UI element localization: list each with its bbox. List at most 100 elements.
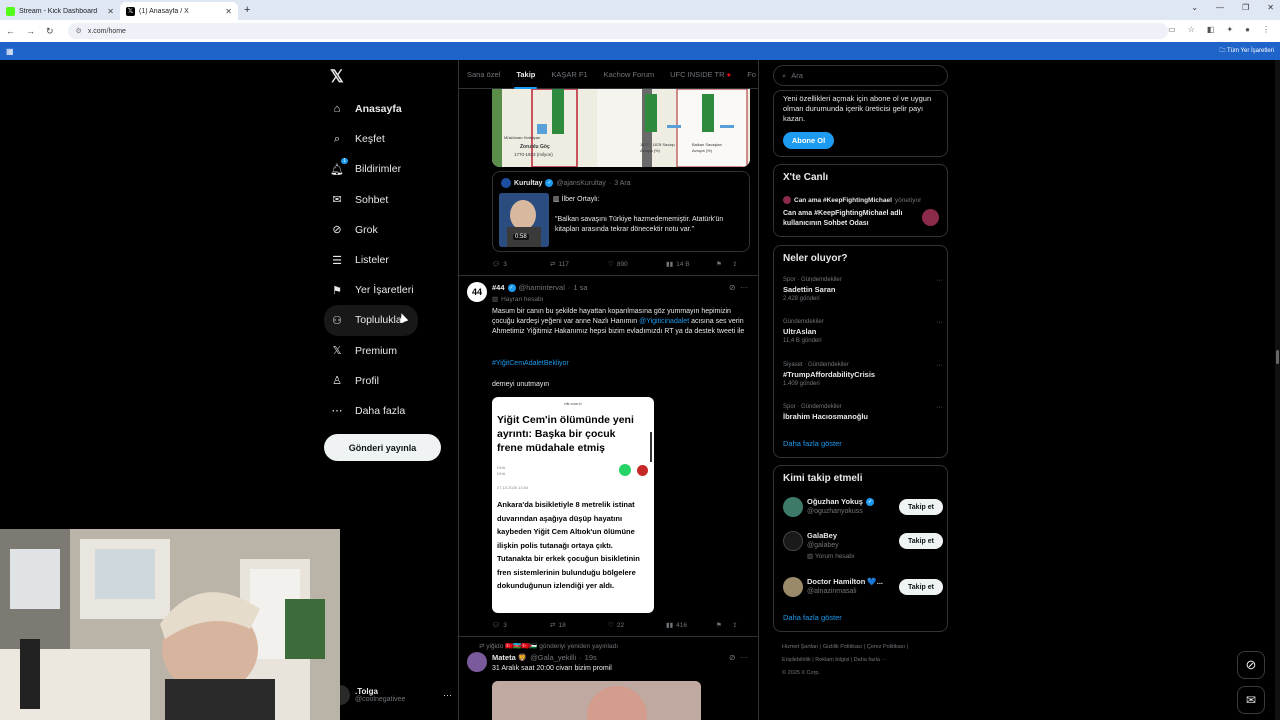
quote-video-thumbnail[interactable]: 0:58 xyxy=(499,193,549,247)
sidebar-item-lists[interactable]: ☰ Listeler xyxy=(324,245,454,275)
trend-item[interactable]: Gündemdekiler UltrAslan 11,4 B gönderi ·… xyxy=(783,319,943,344)
views-button[interactable]: ▮▮ 14 B xyxy=(666,260,716,269)
back-icon[interactable]: ← xyxy=(6,26,15,37)
apps-icon[interactable]: ▦ xyxy=(6,47,14,56)
follow-button[interactable]: Takip et xyxy=(899,533,943,549)
like-button[interactable]: ♡ 22 xyxy=(608,621,666,630)
menu-icon[interactable]: ⋮ xyxy=(1262,25,1270,34)
scrollbar-thumb[interactable] xyxy=(1276,350,1279,364)
sidebar-item-bookmarks[interactable]: ⚑ Yer İşaretleri xyxy=(324,275,454,305)
follow-suggestion[interactable]: Oğuzhan Yokuş ✓ @oguzhanyokuss Takip et xyxy=(783,497,943,527)
sidebar-item-profile[interactable]: ♙ Profil xyxy=(324,366,454,396)
x-logo-icon[interactable]: 𝕏 xyxy=(330,67,344,87)
share-icon[interactable]: ⇪ xyxy=(732,621,737,629)
show-more-link[interactable]: Daha fazla göster xyxy=(783,439,842,448)
hashtag-link[interactable]: #YiğitCemAdaletBekliyor xyxy=(492,359,750,369)
x-icon: 𝕏 xyxy=(332,345,342,358)
tab-kick-dashboard[interactable]: Stream - Kick Dashboard ✕ xyxy=(0,2,120,20)
tab-search-icon[interactable]: ⌄ xyxy=(1191,3,1198,12)
search-input[interactable]: ⌕ Ara xyxy=(773,65,948,86)
like-button[interactable]: ♡ 890 xyxy=(608,260,666,269)
account-switcher[interactable]: .Tolga @coolnegativee ··· xyxy=(330,685,452,705)
follow-button[interactable]: Takip et xyxy=(899,499,943,515)
scrollbar[interactable] xyxy=(1275,60,1280,720)
close-window-icon[interactable]: ✕ xyxy=(1267,3,1274,12)
url-field[interactable]: ⚙ x.com/home xyxy=(67,23,1168,39)
whatsapp-icon xyxy=(619,464,631,476)
subscribe-button[interactable]: Abone Ol xyxy=(783,132,834,149)
avatar[interactable]: 44 xyxy=(467,282,487,302)
more-icon[interactable]: ··· xyxy=(936,404,943,411)
sidebar-item-more[interactable]: ⋯ Daha fazla xyxy=(324,396,454,426)
grok-icon[interactable]: ⊘ xyxy=(1237,651,1265,679)
mention-link[interactable]: @Yigiticinadalet xyxy=(639,318,689,325)
quoted-post[interactable]: Kurultay ✓ @ajansKurultay · 3 Ara 0:58 ▥… xyxy=(492,171,750,252)
avatar[interactable] xyxy=(467,652,487,672)
maximize-icon[interactable]: ❐ xyxy=(1242,3,1249,12)
tab-kachow-forum[interactable]: Kachow Forum xyxy=(596,60,662,89)
more-icon[interactable]: ··· xyxy=(936,362,943,369)
sidebar-item-grok[interactable]: ⊘ Grok xyxy=(324,215,454,245)
tab-for-you[interactable]: Sana özel xyxy=(459,60,508,89)
all-bookmarks[interactable]: 🗀 Tüm Yer İşaretleri xyxy=(1219,46,1274,56)
trend-item[interactable]: Spor · Gündemdekiler Sadettin Saran 2.42… xyxy=(783,277,943,302)
verified-badge-icon: ✓ xyxy=(545,179,554,187)
mail-icon[interactable]: ✉ xyxy=(1237,686,1265,714)
post-media-news-image[interactable]: nfk.com.tr Yiğit Cem'in ölümünde yeni ay… xyxy=(492,397,654,613)
tab-more[interactable]: Fo xyxy=(739,60,758,89)
communities-icon: ⚇ xyxy=(332,314,342,327)
more-icon[interactable]: ··· xyxy=(936,319,943,326)
profile-avatar-icon[interactable]: ● xyxy=(1245,25,1250,34)
post-button[interactable]: Gönderi yayınla xyxy=(324,434,441,461)
site-info-icon[interactable]: ⚙ xyxy=(76,27,82,35)
repost-indicator: ⇄ yiğido 🇹🇷🇦🇿🇹🇷🇵🇸 gönderiyi yeniden yayı… xyxy=(479,643,619,650)
sidebar-item-chat[interactable]: ✉ Sohbet xyxy=(324,185,454,215)
tab-x-home[interactable]: 𝕏 (1) Anasayfa / X ✕ xyxy=(120,2,238,20)
extension-icon[interactable]: ✦ xyxy=(1226,25,1233,34)
sidebar-item-premium[interactable]: 𝕏 Premium xyxy=(324,336,454,366)
bookmark-icon[interactable]: ⚑ xyxy=(716,260,732,268)
more-icon[interactable]: ··· xyxy=(443,690,452,700)
tab-following[interactable]: Takip xyxy=(508,60,543,89)
more-icon[interactable]: ··· xyxy=(936,277,943,284)
grok-icon[interactable]: ⊘ ··· xyxy=(729,283,748,292)
trend-item[interactable]: Spor · Gündemdekiler İbrahim Hacıosmanoğ… xyxy=(783,404,943,421)
sidebar-item-explore[interactable]: ⌕ Keşfet xyxy=(324,124,454,154)
views-button[interactable]: ▮▮ 416 xyxy=(666,621,716,630)
new-tab-button[interactable]: + xyxy=(244,4,250,16)
avatar xyxy=(922,209,939,226)
post-media-video[interactable] xyxy=(492,681,701,720)
minimize-icon[interactable]: — xyxy=(1216,3,1224,12)
sidebar-item-home[interactable]: ⌂ Anasayfa xyxy=(324,94,454,124)
star-icon[interactable]: ☆ xyxy=(1188,25,1195,34)
forward-icon[interactable]: → xyxy=(26,26,35,37)
reply-button[interactable]: 💬︎ 3 xyxy=(492,621,550,630)
webcam-overlay xyxy=(0,529,340,720)
trend-item[interactable]: Siyaset · Gündemdekiler #TrumpAffordabil… xyxy=(783,362,943,387)
tab-kasar-f1[interactable]: KAŞAR F1 xyxy=(543,60,595,89)
sidepanel-icon[interactable]: ◧ xyxy=(1207,25,1215,34)
close-icon[interactable]: ✕ xyxy=(225,7,232,16)
cast-icon[interactable]: ▭ xyxy=(1168,25,1176,34)
sidebar-item-notifications[interactable]: 🔔︎ 1 Bildirimler xyxy=(324,154,454,184)
tab-ufc-inside-tr[interactable]: UFC INSIDE TR ● xyxy=(662,60,739,89)
grok-icon[interactable]: ⊘ ··· xyxy=(729,653,748,662)
bookmark-icon[interactable]: ⚑ xyxy=(716,621,732,629)
follow-suggestion[interactable]: GalaBey @galabey ▥ Yorum hesabı Takip et xyxy=(783,531,943,561)
post-media-image[interactable]: Müslüman Hıristiyan Zorunlu Göç 1770-192… xyxy=(492,89,750,167)
verified-badge-icon: ✓ xyxy=(865,497,874,506)
show-more-link[interactable]: Daha fazla göster xyxy=(783,613,842,622)
follow-suggestion[interactable]: Doctor Hamilton 💙... @alnazinmasali Taki… xyxy=(783,577,943,607)
close-icon[interactable]: ✕ xyxy=(107,7,114,16)
fan-account-icon: ▥ xyxy=(492,296,499,303)
reload-icon[interactable]: ↻ xyxy=(46,26,54,37)
repost-button[interactable]: ⇄ 117 xyxy=(550,260,608,269)
live-card[interactable]: X'te Canlı Can ama #KeepFightingMichael … xyxy=(773,164,948,237)
repost-button[interactable]: ⇄ 18 xyxy=(550,621,608,630)
sidebar-nav: ⌂ Anasayfa ⌕ Keşfet 🔔︎ 1 Bildirimler ✉ Sohbet… xyxy=(324,94,454,426)
share-icon[interactable]: ⇪ xyxy=(732,260,737,268)
x-logo-icon: 𝕏 xyxy=(126,6,135,16)
follow-button[interactable]: Takip et xyxy=(899,579,943,595)
verified-badge-icon: ✓ xyxy=(507,283,516,292)
reply-button[interactable]: 💬︎ 3 xyxy=(492,260,550,269)
